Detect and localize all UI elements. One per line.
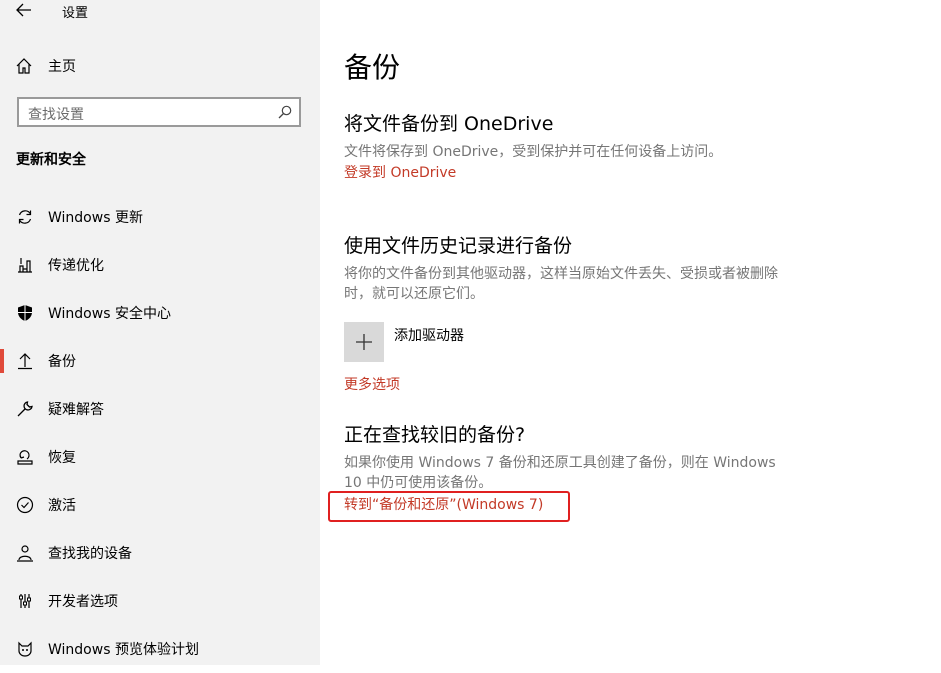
insider-cat-icon [18, 641, 32, 657]
back-arrow-icon[interactable] [14, 1, 34, 19]
delivery-optimization-icon [18, 258, 32, 273]
sidebar-item-label: 疑难解答 [48, 402, 104, 418]
add-drive-label[interactable]: 添加驱动器 [394, 325, 464, 345]
older-backup-description: 如果你使用 Windows 7 备份和还原工具创建了备份，则在 Windows … [344, 455, 776, 491]
title-bar: 设置 [0, 0, 320, 22]
check-circle-icon [16, 496, 34, 514]
onedrive-heading: 将文件备份到 OneDrive [344, 113, 554, 135]
person-pin-icon [17, 545, 33, 562]
sidebar-item-troubleshoot[interactable]: 疑难解答 [0, 385, 320, 433]
sidebar-item-label: 备份 [48, 354, 76, 370]
sidebar-item-find-my-device[interactable]: 查找我的设备 [0, 529, 320, 577]
search-placeholder: 查找设置 [28, 107, 84, 123]
backup-arrow-icon [18, 353, 32, 370]
sidebar-item-windows-insider[interactable]: Windows 预览体验计划 [0, 625, 320, 673]
file-history-heading: 使用文件历史记录进行备份 [344, 235, 573, 257]
home-icon [16, 58, 32, 74]
sidebar-item-label: 查找我的设备 [48, 546, 132, 562]
sidebar-item-backup[interactable]: 备份 [0, 337, 320, 385]
sidebar-item-label: Windows 安全中心 [48, 306, 171, 322]
wrench-icon [17, 401, 33, 417]
highlight-box [328, 491, 570, 522]
sync-icon [18, 210, 32, 224]
sidebar-item-windows-security[interactable]: Windows 安全中心 [0, 289, 320, 337]
sidebar-item-developer-options[interactable]: 开发者选项 [0, 577, 320, 625]
section-title: 更新和安全 [16, 152, 86, 168]
window-title: 设置 [62, 6, 89, 21]
developer-tools-icon [19, 594, 31, 608]
older-backup-heading: 正在查找较旧的备份? [344, 424, 526, 446]
sidebar-item-delivery-optimization[interactable]: 传递优化 [0, 241, 320, 289]
sidebar-item-label: 激活 [48, 498, 76, 514]
recovery-icon [17, 450, 33, 465]
onedrive-sign-in-link[interactable]: 登录到 OneDrive [344, 162, 456, 182]
sidebar-item-label: 恢复 [48, 450, 76, 466]
sidebar-item-label: Windows 预览体验计划 [48, 642, 199, 658]
sidebar-item-activation[interactable]: 激活 [0, 481, 320, 529]
home-link[interactable]: 主页 [14, 55, 76, 77]
main-content: 备份 将文件备份到 OneDrive 文件将保存到 OneDrive，受到保护并… [320, 0, 941, 665]
onedrive-description: 文件将保存到 OneDrive，受到保护并可在任何设备上访问。 [344, 144, 723, 160]
home-label: 主页 [48, 59, 76, 75]
sidebar-item-label: 开发者选项 [48, 594, 118, 610]
shield-icon [18, 305, 32, 321]
add-drive-button[interactable] [344, 322, 384, 362]
sidebar-item-label: 传递优化 [48, 258, 104, 274]
sidebar-nav: Windows 更新 传递优化 Windows 安全中心 备份 疑难解答 恢复 … [0, 193, 320, 673]
sidebar-item-recovery[interactable]: 恢复 [0, 433, 320, 481]
more-options-link[interactable]: 更多选项 [344, 374, 400, 394]
sidebar: 设置 主页 查找设置 更新和安全 Windows 更新 传递优化 Windows… [0, 0, 320, 665]
search-icon[interactable] [277, 104, 293, 120]
file-history-description: 将你的文件备份到其他驱动器，这样当原始文件丢失、受损或者被删除时，就可以还原它们… [344, 266, 778, 302]
plus-icon [356, 334, 372, 350]
sidebar-item-label: Windows 更新 [48, 210, 143, 226]
search-settings-input[interactable]: 查找设置 [17, 97, 301, 127]
page-title: 备份 [344, 51, 401, 84]
sidebar-item-windows-update[interactable]: Windows 更新 [0, 193, 320, 241]
